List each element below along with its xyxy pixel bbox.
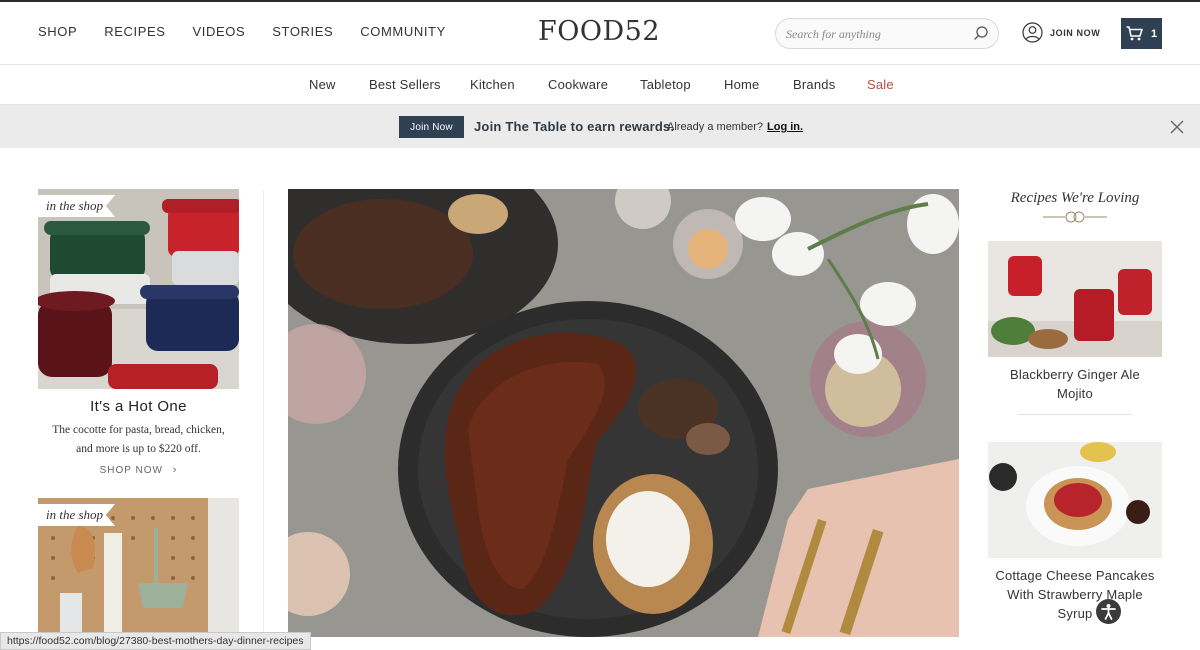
cocotte-image[interactable]: in the shop	[38, 189, 239, 389]
chevron-right-icon: ›	[172, 464, 178, 476]
shop-promo-cocotte[interactable]: in the shop It's a Hot One The cocotte f…	[38, 189, 239, 476]
recipe-title[interactable]: Cottage Cheese Pancakes With Strawberry …	[988, 566, 1162, 623]
category-kitchen[interactable]: Kitchen	[470, 77, 515, 92]
nav-recipes[interactable]: RECIPES	[104, 24, 165, 39]
nav-shop[interactable]: SHOP	[38, 24, 77, 39]
main-nav: SHOP RECIPES VIDEOS STORIES COMMUNITY	[38, 24, 473, 39]
site-header: SHOP RECIPES VIDEOS STORIES COMMUNITY FO…	[0, 2, 1200, 65]
pegboard-image[interactable]: in the shop	[38, 498, 239, 638]
recipe-title-line: Blackberry Ginger Ale	[1010, 367, 1140, 382]
promo-description: The cocotte for pasta, bread, chicken, a…	[38, 421, 239, 459]
recipe-title-line: Mojito	[1057, 386, 1093, 401]
shop-now-link[interactable]: SHOP NOW ›	[38, 464, 239, 476]
accessibility-icon	[1101, 604, 1116, 620]
site-logo[interactable]: FOOD52	[538, 16, 660, 47]
category-sale[interactable]: Sale	[867, 77, 894, 92]
accessibility-button[interactable]	[1096, 599, 1121, 624]
category-best-sellers[interactable]: Best Sellers	[369, 77, 441, 92]
promo-desc-line: and more is up to $220 off.	[76, 443, 201, 455]
already-member-text: Already a member?	[667, 121, 763, 133]
category-nav: New Best Sellers Kitchen Cookware Tablet…	[0, 66, 1200, 105]
recipes-heading: Recipes We're Loving	[1010, 190, 1140, 206]
login-link[interactable]: Log in.	[767, 121, 803, 133]
user-icon	[1022, 22, 1043, 43]
category-home[interactable]: Home	[724, 77, 759, 92]
recipe-divider	[1018, 414, 1132, 415]
recipe-image[interactable]	[988, 241, 1162, 357]
recipe-title-line: With Strawberry Maple	[1007, 587, 1143, 602]
ornament-divider	[1043, 211, 1107, 223]
cart-icon	[1126, 26, 1143, 41]
search-bar[interactable]	[775, 18, 999, 49]
recipe-title-line: Cottage Cheese Pancakes	[995, 568, 1155, 583]
recipe-card[interactable]: Blackberry Ginger Ale Mojito	[988, 241, 1162, 415]
category-new[interactable]: New	[309, 77, 336, 92]
shop-promo-pegboard[interactable]: in the shop	[38, 498, 239, 638]
join-now-link[interactable]: JOIN NOW	[1022, 22, 1100, 43]
status-bar-url: https://food52.com/blog/27380-best-mothe…	[0, 632, 311, 650]
category-tabletop[interactable]: Tabletop	[640, 77, 691, 92]
search-icon[interactable]	[973, 25, 989, 41]
search-input[interactable]	[786, 25, 966, 43]
in-the-shop-tag: in the shop	[38, 504, 116, 526]
cart-count: 1	[1150, 27, 1158, 40]
rewards-banner: Join Now Join The Table to earn rewards.…	[0, 105, 1200, 148]
in-the-shop-tag: in the shop	[38, 195, 116, 217]
category-brands[interactable]: Brands	[793, 77, 835, 92]
promo-title[interactable]: It's a Hot One	[38, 398, 239, 415]
close-icon[interactable]	[1170, 120, 1184, 134]
recipe-title[interactable]: Blackberry Ginger Ale Mojito	[988, 365, 1162, 403]
shop-now-label: SHOP NOW	[99, 465, 163, 476]
nav-videos[interactable]: VIDEOS	[193, 24, 246, 39]
promo-desc-line: The cocotte for pasta, bread, chicken,	[52, 424, 225, 436]
banner-message: Join The Table to earn rewards.	[474, 119, 675, 134]
recipe-card[interactable]: Cottage Cheese Pancakes With Strawberry …	[988, 442, 1162, 623]
nav-community[interactable]: COMMUNITY	[360, 24, 446, 39]
column-divider	[263, 190, 264, 640]
nav-stories[interactable]: STORIES	[272, 24, 333, 39]
join-now-button[interactable]: Join Now	[399, 116, 464, 138]
recipe-image[interactable]	[988, 442, 1162, 558]
join-now-label: JOIN NOW	[1050, 27, 1101, 38]
hero-image[interactable]	[288, 189, 959, 637]
cart-button[interactable]: 1	[1121, 18, 1162, 49]
category-cookware[interactable]: Cookware	[548, 77, 608, 92]
recipe-title-line: Syrup	[1057, 606, 1093, 621]
